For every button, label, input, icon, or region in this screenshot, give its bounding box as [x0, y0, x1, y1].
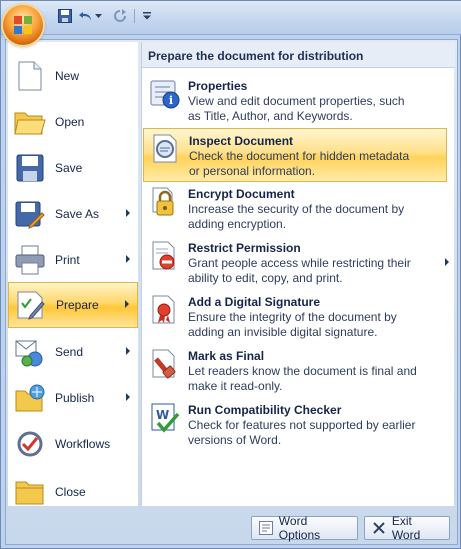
option-description: adding an invisible digital signature. [188, 325, 378, 339]
menu-item-save-as[interactable]: Save As [8, 192, 138, 236]
option-description: Grant people access while restricting th… [188, 256, 411, 270]
menu-item-save[interactable]: Save [8, 146, 138, 190]
office-logo-icon [14, 16, 32, 34]
exit-word-label: Exit Word [391, 514, 421, 542]
menu-item-new[interactable]: New [8, 54, 138, 98]
office-menu: New Open Save Save As Print Prepare Send… [5, 39, 458, 545]
submenu-arrow-icon [126, 209, 130, 217]
menu-item-close-label: Close [55, 485, 86, 499]
option-title: Inspect Document [189, 134, 294, 148]
option-mark-as-final[interactable]: Mark as Final Let readers know the docum… [143, 344, 447, 398]
publish-icon [14, 382, 46, 414]
menu-item-publish[interactable]: Publish [8, 376, 138, 420]
option-title: Encrypt Document [188, 187, 295, 201]
option-title: Add a Digital Signature [188, 295, 321, 309]
submenu-arrow-icon [126, 255, 130, 263]
option-description: View and edit document properties, such [188, 94, 405, 108]
option-title: Properties [188, 79, 248, 93]
menu-item-open[interactable]: Open [8, 100, 138, 144]
option-description: ability to edit, copy, and print. [188, 271, 343, 285]
menu-item-prepare-label: Prepare [56, 298, 99, 312]
menu-item-save-label: Save [55, 161, 83, 175]
save-as-icon [14, 198, 46, 230]
menu-item-publish-label: Publish [55, 391, 95, 405]
menu-item-workflows[interactable]: Workflows [8, 422, 138, 466]
close-folder-icon [14, 476, 46, 508]
option-title: Mark as Final [188, 349, 265, 363]
submenu-title: Prepare the document for distribution [142, 42, 455, 68]
exit-word-button[interactable]: Exit Word [364, 514, 450, 542]
redo-icon[interactable] [111, 7, 129, 25]
mark-final-icon [148, 349, 182, 383]
option-properties[interactable]: i Properties View and edit document prop… [143, 74, 447, 128]
word-options-label: Word Options [278, 514, 321, 542]
option-description: as Title, Author, and Keywords. [188, 109, 353, 123]
prepare-icon [15, 289, 47, 321]
properties-icon: i [148, 79, 182, 113]
option-title: Restrict Permission [188, 241, 301, 255]
option-restrict-permission[interactable]: Restrict Permission Grant people access … [143, 236, 449, 290]
digital-signature-icon [148, 295, 182, 329]
menu-item-send-label: Send [55, 345, 84, 359]
option-description: Let readers know the document is final a… [188, 364, 417, 378]
svg-text:W: W [156, 408, 169, 422]
office-menu-commands: New Open Save Save As Print Prepare Send… [8, 42, 138, 506]
customize-toolbar-icon[interactable] [141, 7, 153, 25]
submenu-arrow-icon [126, 347, 130, 355]
send-icon [14, 336, 46, 368]
word-options-icon [258, 520, 274, 536]
option-description: or personal information. [189, 164, 316, 178]
option-inspect-document[interactable]: Inspect Document Check the document for … [143, 128, 447, 182]
menu-item-close[interactable]: Close [8, 470, 138, 514]
restrict-permission-icon [148, 241, 182, 275]
printer-icon [14, 244, 46, 276]
option-description: Check for features not supported by earl… [188, 418, 416, 432]
menu-item-print-label: Print [55, 253, 80, 267]
option-description: Check the document for hidden metadata [189, 149, 410, 163]
option-run-compatibility-checker[interactable]: W Run Compatibility Checker Check for fe… [143, 398, 447, 452]
submenu-arrow-icon [126, 393, 130, 401]
option-description: Increase the security of the document by [188, 202, 405, 216]
option-encrypt-document[interactable]: Encrypt Document Increase the security o… [143, 182, 447, 236]
toolbar-divider [134, 9, 135, 23]
svg-text:i: i [169, 94, 173, 107]
menu-item-open-label: Open [55, 115, 85, 129]
encrypt-lock-icon [148, 187, 182, 221]
quick-access-toolbar [1, 1, 461, 35]
option-description: versions of Word. [188, 433, 282, 447]
menu-item-prepare[interactable]: Prepare [8, 282, 138, 328]
office-button[interactable] [3, 5, 43, 45]
word-options-button[interactable]: Word Options [251, 514, 358, 542]
workflows-icon [14, 428, 46, 460]
menu-item-workflows-label: Workflows [55, 437, 111, 451]
option-description: adding encryption. [188, 217, 287, 231]
option-description: make it read-only. [188, 379, 283, 393]
menu-item-send[interactable]: Send [8, 330, 138, 374]
save-icon[interactable] [56, 7, 74, 25]
menu-item-save-as-label: Save As [55, 207, 100, 221]
compatibility-checker-icon: W [148, 403, 182, 437]
save-icon [14, 152, 46, 184]
word-window: New Open Save Save As Print Prepare Send… [0, 0, 461, 549]
undo-dropdown-icon[interactable] [93, 7, 103, 25]
submenu-arrow-icon [125, 300, 129, 308]
close-x-icon [371, 520, 387, 536]
submenu-arrow-icon [445, 258, 449, 266]
inspect-document-icon [149, 134, 183, 168]
open-folder-icon [14, 106, 46, 138]
menu-item-new-label: New [55, 69, 80, 83]
new-document-icon [14, 60, 46, 92]
option-title: Run Compatibility Checker [188, 403, 342, 417]
option-description: Ensure the integrity of the document by [188, 310, 397, 324]
menu-item-print[interactable]: Print [8, 238, 138, 282]
prepare-submenu: Prepare the document for distribution i … [141, 42, 455, 506]
option-add-digital-signature[interactable]: Add a Digital Signature Ensure the integ… [143, 290, 447, 344]
